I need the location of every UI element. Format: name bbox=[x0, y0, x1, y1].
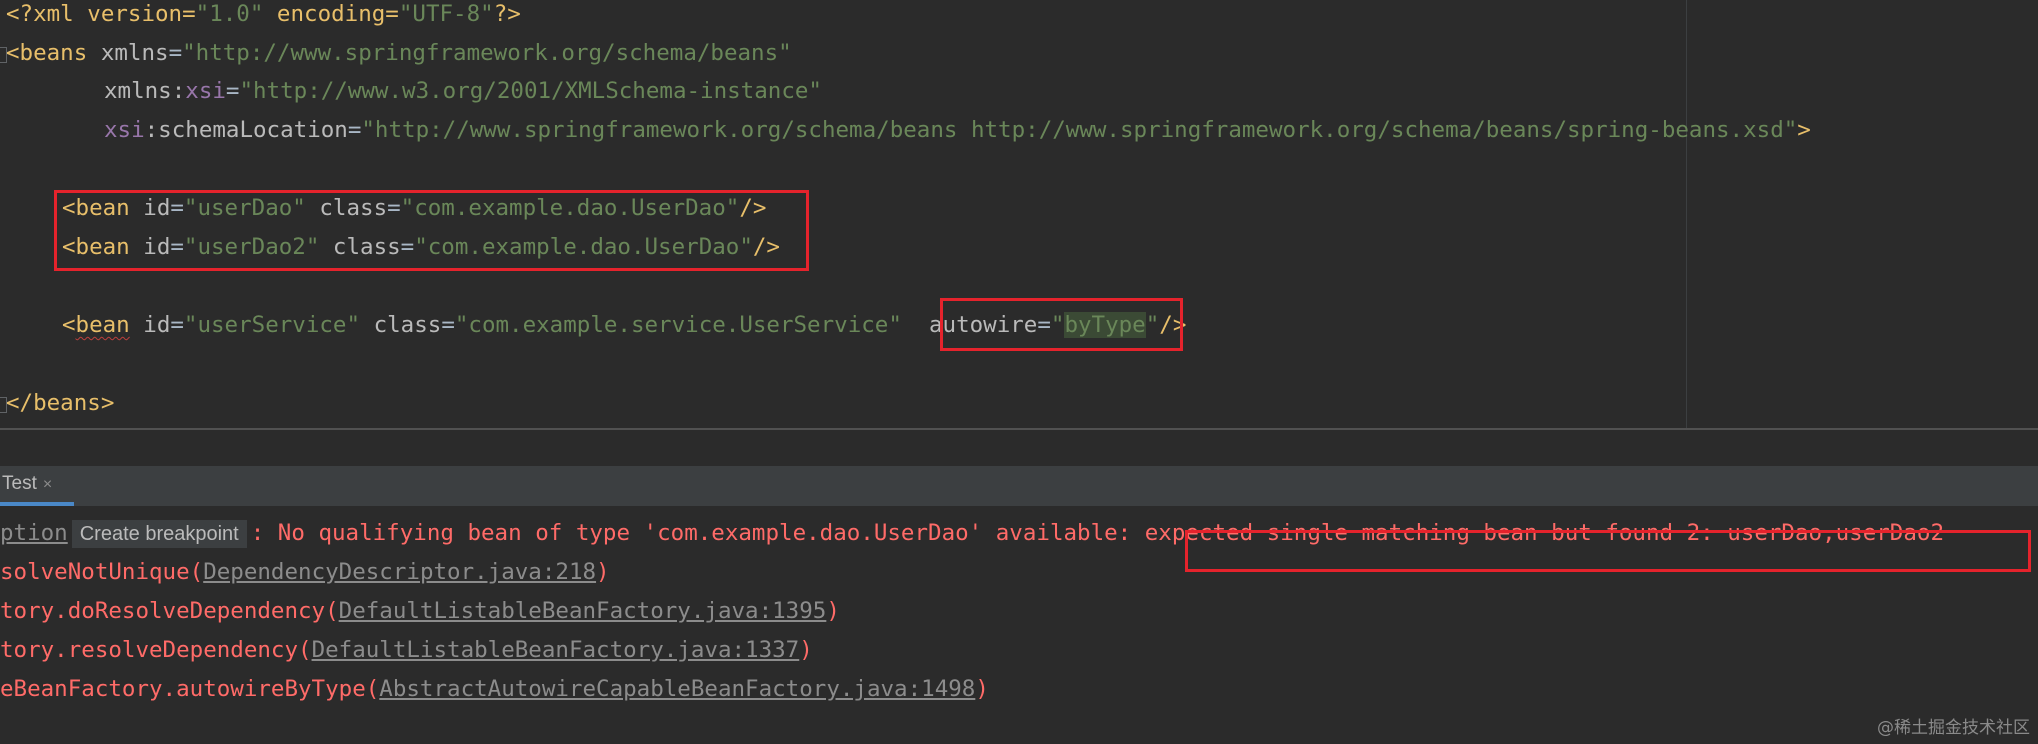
xml-encoding-value: "UTF-8" bbox=[398, 1, 494, 27]
create-breakpoint-hint[interactable]: Create breakpoint bbox=[71, 519, 247, 548]
bean-open-lt: < bbox=[62, 312, 76, 338]
source-link[interactable]: DefaultListableBeanFactory.java:1395 bbox=[339, 598, 827, 624]
beans-tag-close: > bbox=[1797, 117, 1811, 143]
code-editor[interactable]: <?xml version="1.0" encoding="UTF-8"?> <… bbox=[0, 0, 2038, 428]
beans-close-line: </beans> bbox=[6, 384, 114, 423]
panel-gap bbox=[0, 430, 2038, 466]
source-link[interactable]: DefaultListableBeanFactory.java:1337 bbox=[312, 637, 800, 663]
xmlns-attr: xmlns bbox=[87, 40, 169, 66]
run-tool-window-tabbar: Test × bbox=[0, 466, 2038, 506]
console-output[interactable]: ption Create breakpoint: No qualifying be… bbox=[0, 506, 2038, 744]
class-value: "com.example.service.UserService" bbox=[454, 312, 902, 338]
stack-frame: eBeanFactory.autowireByType(AbstractAuto… bbox=[0, 670, 989, 709]
tab-test[interactable]: Test × bbox=[0, 466, 74, 506]
xmlns-prefix: xmlns: bbox=[104, 78, 186, 104]
xsi-namespace-value: "http://www.w3.org/2001/XMLSchema-instan… bbox=[239, 78, 822, 104]
id-value: "userService" bbox=[183, 312, 361, 338]
paren: ) bbox=[975, 676, 989, 702]
beans-close-tag: </beans> bbox=[6, 390, 115, 416]
schema-location-line: xsi:schemaLocation="http://www.springfra… bbox=[104, 111, 1811, 150]
watermark: @稀土掘金技术社区 bbox=[1877, 718, 2030, 738]
stack-method: solveNotUnique( bbox=[0, 559, 204, 585]
equals-sign: = bbox=[347, 117, 362, 143]
stack-method: tory.doResolveDependency( bbox=[0, 598, 339, 624]
stack-frame: tory.doResolveDependency(DefaultListable… bbox=[0, 592, 840, 631]
equals-sign: = bbox=[225, 78, 240, 104]
close-icon[interactable]: × bbox=[43, 476, 52, 493]
xsi-prefix: xsi bbox=[104, 117, 145, 143]
schema-location-value: "http://www.springframework.org/schema/b… bbox=[361, 117, 1798, 143]
xml-version-value: "1.0" bbox=[195, 1, 264, 27]
class-attr: class bbox=[360, 312, 442, 338]
xml-encoding-attr: encoding= bbox=[263, 1, 399, 27]
equals-sign: = bbox=[441, 312, 455, 338]
duplicate-beans-highlight-box bbox=[54, 190, 809, 271]
beans-open-tag: <beans bbox=[6, 40, 88, 66]
exception-detail-highlight-box bbox=[1185, 530, 2031, 572]
exception-link[interactable]: ption bbox=[0, 520, 68, 546]
bean-tag-name: bean bbox=[75, 312, 130, 338]
schema-location-attr: :schemaLocation bbox=[144, 117, 348, 143]
right-margin-guide bbox=[1686, 0, 1687, 428]
stack-frame: tory.resolveDependency(DefaultListableBe… bbox=[0, 631, 813, 670]
xml-decl-open: <?xml version= bbox=[6, 1, 196, 27]
stack-frame: solveNotUnique(DependencyDescriptor.java… bbox=[0, 553, 610, 592]
tab-label: Test bbox=[2, 473, 37, 494]
source-link[interactable]: AbstractAutowireCapableBeanFactory.java:… bbox=[379, 676, 975, 702]
xml-decl-close: ?> bbox=[493, 1, 521, 27]
beans-open-line: <beans xmlns="http://www.springframework… bbox=[6, 34, 792, 73]
stack-method: eBeanFactory.autowireByType( bbox=[0, 676, 380, 702]
equals-sign: = bbox=[170, 312, 184, 338]
equals-sign: = bbox=[168, 40, 183, 66]
xsi-namespace: xsi bbox=[185, 78, 226, 104]
xml-declaration-line: <?xml version="1.0" encoding="UTF-8"?> bbox=[6, 0, 521, 34]
exception-message: : No qualifying bean of type 'com.exampl… bbox=[250, 520, 1145, 546]
xmlns-value: "http://www.springframework.org/schema/b… bbox=[182, 40, 792, 66]
paren: ) bbox=[596, 559, 610, 585]
paren: ) bbox=[826, 598, 840, 624]
paren: ) bbox=[799, 637, 813, 663]
autowire-highlight-box bbox=[940, 298, 1183, 351]
xmlns-xsi-line: xmlns:xsi="http://www.w3.org/2001/XMLSch… bbox=[104, 72, 822, 111]
id-attr: id bbox=[129, 312, 171, 338]
source-link[interactable]: DependencyDescriptor.java:218 bbox=[203, 559, 596, 585]
stack-method: tory.resolveDependency( bbox=[0, 637, 312, 663]
